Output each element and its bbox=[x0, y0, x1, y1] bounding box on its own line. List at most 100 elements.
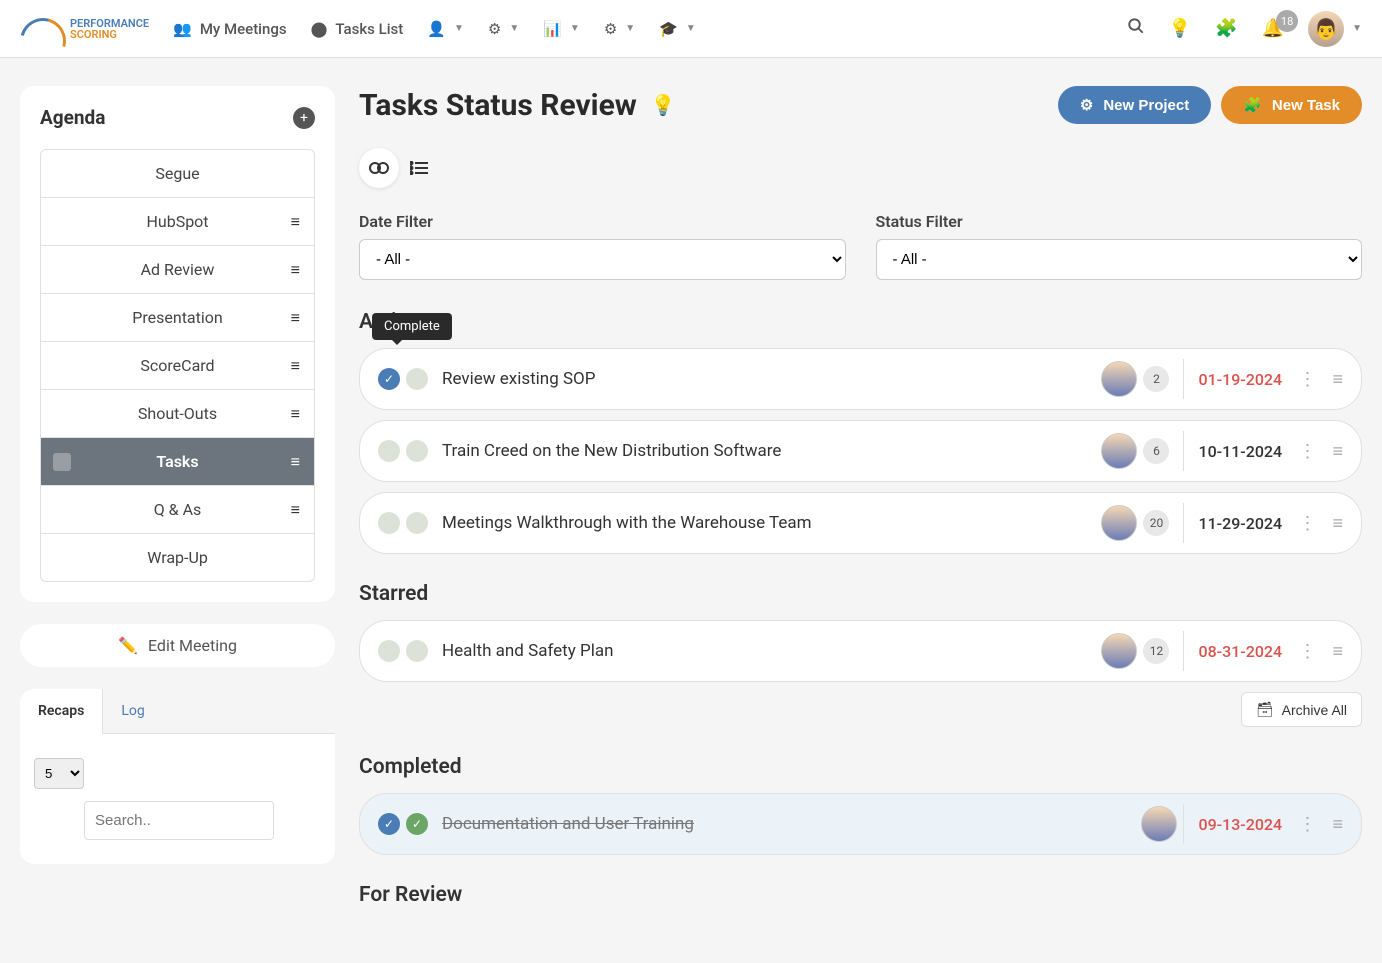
nav-my-meetings[interactable]: 👥 My Meetings bbox=[173, 20, 286, 38]
status-dot[interactable] bbox=[406, 368, 428, 390]
task-title: Documentation and User Training bbox=[442, 814, 1141, 834]
drag-icon[interactable]: ≡ bbox=[291, 308, 300, 328]
graduation-icon: 🎓 bbox=[659, 20, 678, 38]
task-menu-icon[interactable]: ⋮ bbox=[1298, 441, 1316, 462]
complete-check-icon[interactable] bbox=[378, 440, 400, 462]
complete-check-icon[interactable] bbox=[378, 640, 400, 662]
status-dot[interactable] bbox=[406, 440, 428, 462]
user-avatar: 👨 bbox=[1308, 11, 1344, 47]
bulb-icon[interactable]: 💡 bbox=[651, 93, 676, 117]
nav-tasks-list-label: Tasks List bbox=[335, 20, 403, 38]
assignee-avatar[interactable] bbox=[1101, 505, 1137, 541]
new-task-button[interactable]: 🧩 New Task bbox=[1221, 86, 1362, 124]
task-row[interactable]: Health and Safety Plan 12 08-31-2024 ⋮ ≡ bbox=[359, 620, 1362, 682]
assignee-avatar[interactable] bbox=[1101, 361, 1137, 397]
status-dot[interactable]: ✓ bbox=[406, 813, 428, 835]
logo[interactable]: PERFORMANCE SCORING bbox=[20, 18, 149, 40]
task-title: Review existing SOP bbox=[442, 369, 1101, 389]
date-filter-select[interactable]: - All - bbox=[359, 239, 846, 280]
task-menu-icon[interactable]: ⋮ bbox=[1298, 513, 1316, 534]
complete-check-icon[interactable] bbox=[378, 512, 400, 534]
task-title: Health and Safety Plan bbox=[442, 641, 1101, 661]
toggle-icon: ⬤ bbox=[311, 20, 328, 38]
complete-check-icon[interactable]: ✓ bbox=[378, 813, 400, 835]
people-icon: 👥 bbox=[173, 20, 192, 38]
task-menu-icon[interactable]: ⋮ bbox=[1298, 814, 1316, 835]
page-size-select[interactable]: 5 bbox=[34, 758, 84, 789]
nav-dropdown-5[interactable]: 🎓 ▼ bbox=[659, 20, 696, 38]
assignee-avatar[interactable] bbox=[1141, 806, 1177, 842]
status-filter-select[interactable]: - All - bbox=[876, 239, 1363, 280]
add-agenda-button[interactable]: + bbox=[293, 107, 315, 129]
drag-icon[interactable]: ≡ bbox=[291, 356, 300, 376]
status-dot[interactable] bbox=[406, 640, 428, 662]
task-date: 01-19-2024 bbox=[1198, 370, 1298, 389]
agenda-item-presentation[interactable]: Presentation≡ bbox=[41, 294, 314, 342]
assignee-avatar[interactable] bbox=[1101, 633, 1137, 669]
nav-dropdown-1[interactable]: 👤 ▼ bbox=[427, 20, 464, 38]
task-row[interactable]: ✓ ✓ Documentation and User Training 09-1… bbox=[359, 793, 1362, 855]
view-card-button[interactable] bbox=[359, 148, 399, 188]
task-menu-icon[interactable]: ⋮ bbox=[1298, 641, 1316, 662]
nav-dropdown-3[interactable]: 📊 ▼ bbox=[543, 20, 580, 38]
nav-dropdown-2[interactable]: ⚙ ▼ bbox=[488, 20, 519, 38]
agenda-item-qas[interactable]: Q & As≡ bbox=[41, 486, 314, 534]
puzzle-icon[interactable]: 🧩 bbox=[1215, 18, 1237, 39]
tooltip-complete: Complete bbox=[372, 313, 452, 340]
edit-meeting-button[interactable]: ✏️ Edit Meeting bbox=[20, 624, 335, 667]
tab-recaps[interactable]: Recaps bbox=[20, 689, 102, 734]
section-title-starred: Starred bbox=[359, 582, 1362, 606]
archive-all-button[interactable]: 🗃 Archive All bbox=[1241, 692, 1362, 727]
drag-icon[interactable]: ≡ bbox=[291, 260, 300, 280]
section-title-completed: Completed bbox=[359, 755, 1362, 779]
task-drag-icon[interactable]: ≡ bbox=[1332, 513, 1343, 534]
task-drag-icon[interactable]: ≡ bbox=[1332, 641, 1343, 662]
agenda-item-tasks[interactable]: Tasks≡ bbox=[41, 438, 314, 486]
task-drag-icon[interactable]: ≡ bbox=[1332, 369, 1343, 390]
task-drag-icon[interactable]: ≡ bbox=[1332, 441, 1343, 462]
tab-log[interactable]: Log bbox=[102, 689, 335, 734]
top-navbar: PERFORMANCE SCORING 👥 My Meetings ⬤ Task… bbox=[0, 0, 1382, 58]
task-date: 11-29-2024 bbox=[1198, 514, 1298, 533]
agenda-item-wrapup[interactable]: Wrap-Up bbox=[41, 534, 314, 581]
agenda-item-shoutouts[interactable]: Shout-Outs≡ bbox=[41, 390, 314, 438]
agenda-card: Agenda + Segue HubSpot≡ Ad Review≡ Prese… bbox=[20, 86, 335, 602]
agenda-item-segue[interactable]: Segue bbox=[41, 150, 314, 198]
task-drag-icon[interactable]: ≡ bbox=[1332, 814, 1343, 835]
agenda-item-scorecard[interactable]: ScoreCard≡ bbox=[41, 342, 314, 390]
network-icon: ⚙ bbox=[488, 20, 501, 38]
task-count: 6 bbox=[1143, 438, 1169, 464]
nav-dropdown-4[interactable]: ⚙ ▼ bbox=[604, 20, 635, 38]
lightbulb-icon[interactable]: 💡 bbox=[1169, 18, 1191, 39]
chevron-down-icon: ▼ bbox=[509, 23, 519, 34]
section-title-active: Active bbox=[359, 310, 1362, 334]
status-dot[interactable] bbox=[406, 512, 428, 534]
archive-icon: 🗃 bbox=[1256, 701, 1274, 718]
task-row[interactable]: Meetings Walkthrough with the Warehouse … bbox=[359, 492, 1362, 554]
view-list-button[interactable] bbox=[399, 148, 439, 188]
search-icon[interactable] bbox=[1127, 17, 1145, 40]
drag-icon[interactable]: ≡ bbox=[291, 212, 300, 232]
assignee-avatar[interactable] bbox=[1101, 433, 1137, 469]
task-count: 2 bbox=[1143, 366, 1169, 392]
task-count: 20 bbox=[1143, 510, 1169, 536]
drag-icon[interactable]: ≡ bbox=[291, 500, 300, 520]
nav-tasks-list[interactable]: ⬤ Tasks List bbox=[311, 20, 404, 38]
complete-check-icon[interactable]: ✓ bbox=[378, 368, 400, 390]
task-title: Meetings Walkthrough with the Warehouse … bbox=[442, 513, 1101, 533]
agenda-item-hubspot[interactable]: HubSpot≡ bbox=[41, 198, 314, 246]
task-title: Train Creed on the New Distribution Soft… bbox=[442, 441, 1101, 461]
user-menu[interactable]: 👨 ▼ bbox=[1308, 11, 1362, 47]
drag-icon[interactable]: ≡ bbox=[291, 404, 300, 424]
task-menu-icon[interactable]: ⋮ bbox=[1298, 369, 1316, 390]
drag-icon[interactable]: ≡ bbox=[291, 452, 300, 472]
bell-icon[interactable]: 🔔 18 bbox=[1262, 18, 1284, 39]
task-row[interactable]: Train Creed on the New Distribution Soft… bbox=[359, 420, 1362, 482]
agenda-item-adreview[interactable]: Ad Review≡ bbox=[41, 246, 314, 294]
new-project-button[interactable]: ⚙ New Project bbox=[1058, 86, 1211, 124]
chevron-down-icon: ▼ bbox=[454, 23, 464, 34]
search-input[interactable] bbox=[84, 801, 274, 840]
pencil-icon: ✏️ bbox=[118, 636, 138, 655]
task-row[interactable]: Complete ✓ Review existing SOP 2 01-19-2… bbox=[359, 348, 1362, 410]
agenda-list: Segue HubSpot≡ Ad Review≡ Presentation≡ … bbox=[40, 149, 315, 582]
